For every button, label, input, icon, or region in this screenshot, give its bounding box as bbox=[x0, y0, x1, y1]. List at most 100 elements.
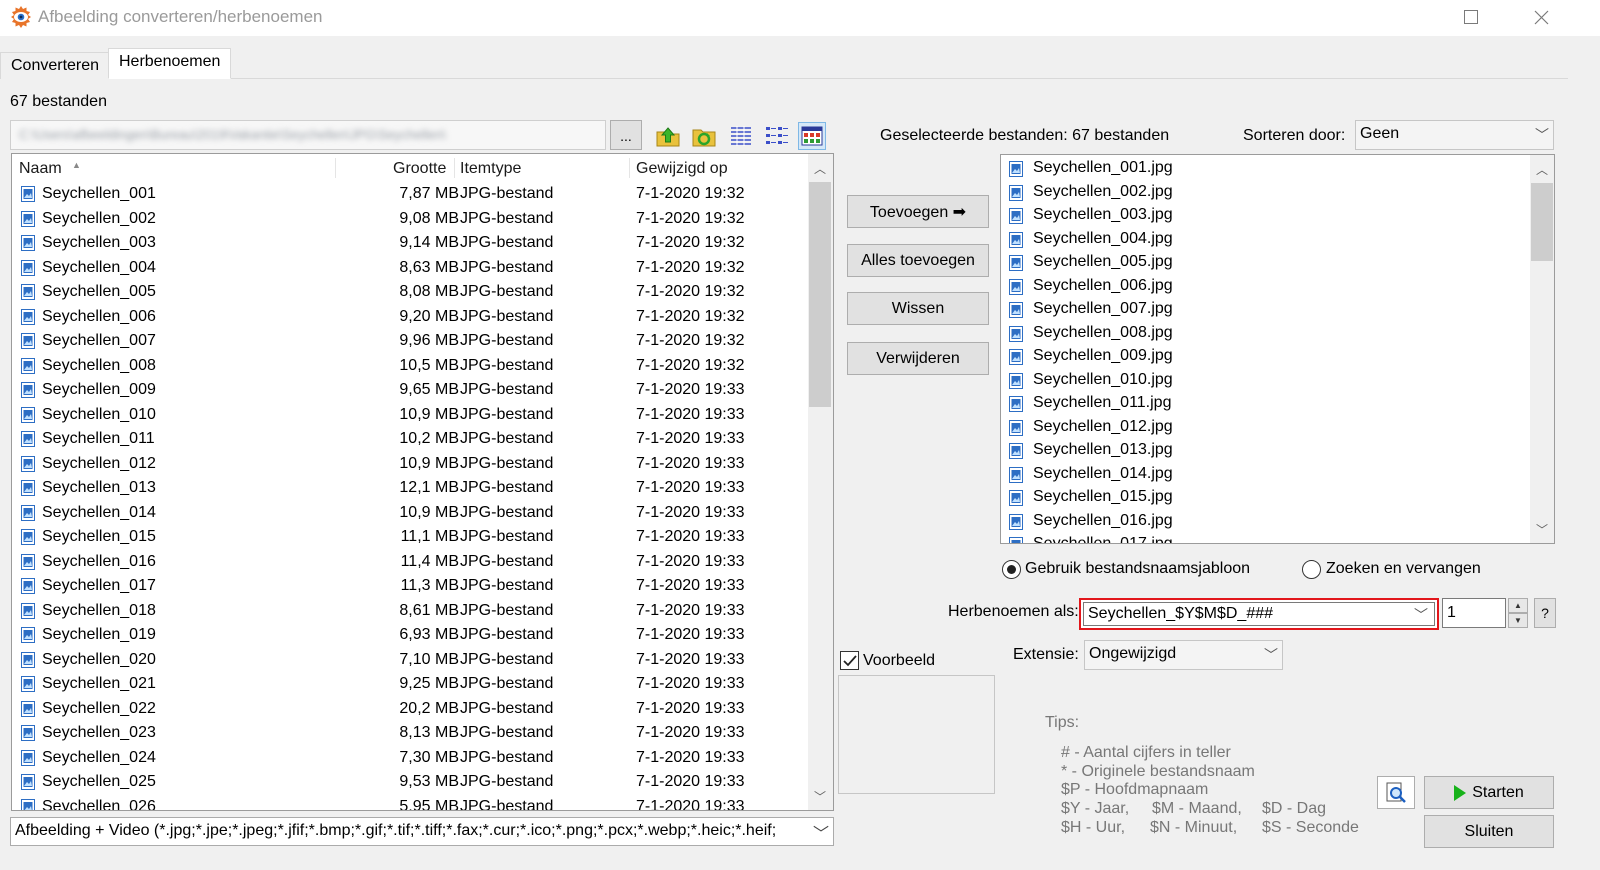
table-row[interactable]: Seychellen_001 7,87 MB JPG-bestand 7-1-2020… bbox=[12, 182, 806, 207]
table-row[interactable]: Seychellen_002 9,08 MB JPG-bestand 7-1-2020… bbox=[12, 207, 806, 232]
table-row[interactable]: Seychellen_021 9,25 MB JPG-bestand 7-1-2020… bbox=[12, 672, 806, 697]
scroll-down-icon[interactable]: ﹀ bbox=[808, 786, 832, 806]
table-row[interactable]: Seychellen_011 10,2 MB JPG-bestand 7-1-2020… bbox=[12, 427, 806, 452]
extension-select[interactable]: Ongewijzigd ﹀ bbox=[1084, 640, 1283, 670]
file-name: Seychellen_004 bbox=[42, 258, 156, 276]
chevron-down-icon[interactable]: ﹀ bbox=[1414, 605, 1428, 625]
search-replace-radio[interactable] bbox=[1302, 560, 1321, 579]
tab-herbenoemen[interactable]: Herbenoemen bbox=[108, 48, 232, 79]
preview-checkbox[interactable] bbox=[840, 651, 859, 670]
list-view-icon[interactable] bbox=[763, 122, 791, 150]
table-row[interactable]: Seychellen_025 9,53 MB JPG-bestand 7-1-2020… bbox=[12, 770, 806, 795]
tip-token: $Y - Jaar, bbox=[1061, 800, 1130, 817]
table-row[interactable]: Seychellen_023 8,13 MB JPG-bestand 7-1-2020… bbox=[12, 721, 806, 746]
add-button[interactable]: Toevoegen ➡ bbox=[847, 195, 989, 228]
file-modified: 7-1-2020 19:33 bbox=[636, 699, 745, 717]
table-row[interactable]: Seychellen_015 11,1 MB JPG-bestand 7-1-2020… bbox=[12, 525, 806, 550]
preview-search-button[interactable] bbox=[1377, 776, 1415, 809]
table-row[interactable]: Seychellen_026 5,95 MB JPG-bestand 7-1-2020… bbox=[12, 795, 806, 811]
scroll-thumb[interactable] bbox=[1531, 183, 1553, 261]
file-type: JPG-bestand bbox=[460, 356, 554, 374]
selected-list-scrollbar[interactable]: ︿ ﹀ bbox=[1530, 155, 1554, 543]
file-type: JPG-bestand bbox=[460, 797, 554, 811]
file-type-filter[interactable]: Afbeelding + Video (*.jpg;*.jpe;*.jpeg;*… bbox=[10, 817, 834, 846]
file-size: 10,2 MB bbox=[399, 430, 459, 447]
remove-button[interactable]: Verwijderen bbox=[847, 342, 989, 375]
file-list-scrollbar[interactable]: ︿ ﹀ bbox=[808, 154, 833, 810]
table-row[interactable]: Seychellen_008 10,5 MB JPG-bestand 7-1-2020… bbox=[12, 354, 806, 379]
table-row[interactable]: Seychellen_005 8,08 MB JPG-bestand 7-1-2020… bbox=[12, 280, 806, 305]
rename-template-input[interactable]: Seychellen_$Y$M$D_### ﹀ bbox=[1083, 602, 1435, 626]
path-input[interactable]: C:\Users\afbeeldingen\Bureau\2019\Vakant… bbox=[10, 120, 606, 150]
tab-converteren[interactable]: Converteren bbox=[0, 52, 111, 79]
file-list[interactable]: Naam ▲ Grootte Itemtype Gewijzigd op Sey… bbox=[11, 153, 834, 811]
column-modified[interactable]: Gewijzigd op bbox=[636, 160, 728, 178]
scroll-thumb[interactable] bbox=[809, 182, 831, 407]
file-name: Seychellen_011 bbox=[42, 430, 155, 447]
counter-start-input[interactable]: 1 bbox=[1442, 598, 1506, 628]
help-button[interactable]: ? bbox=[1534, 598, 1556, 628]
image-file-icon bbox=[21, 553, 35, 575]
thumbnail-view-icon[interactable] bbox=[798, 122, 826, 150]
close-window-button[interactable] bbox=[1506, 0, 1576, 34]
column-separator[interactable] bbox=[454, 158, 455, 178]
selected-files-label: Geselecteerde bestanden: 67 bestanden bbox=[880, 127, 1170, 144]
template-radio[interactable] bbox=[1002, 560, 1021, 579]
selected-files-list[interactable]: Seychellen_001.jpg Seychellen_002.jpg Seyc… bbox=[1000, 154, 1555, 544]
search-replace-radio-label[interactable]: Zoeken en vervangen bbox=[1326, 560, 1481, 578]
table-row[interactable]: Seychellen_006 9,20 MB JPG-bestand 7-1-2020… bbox=[12, 305, 806, 330]
table-row[interactable]: Seychellen_012 10,9 MB JPG-bestand 7-1-2020… bbox=[12, 452, 806, 477]
details-view-icon[interactable] bbox=[727, 122, 755, 150]
column-separator[interactable] bbox=[629, 158, 630, 178]
start-button[interactable]: Starten bbox=[1424, 776, 1554, 809]
file-type: JPG-bestand bbox=[460, 748, 554, 766]
table-row[interactable]: Seychellen_003 9,14 MB JPG-bestand 7-1-2020… bbox=[12, 231, 806, 256]
file-modified: 7-1-2020 19:33 bbox=[636, 675, 745, 692]
folder-up-icon[interactable] bbox=[654, 122, 682, 150]
template-radio-label[interactable]: Gebruik bestandsnaamsjabloon bbox=[1025, 560, 1250, 578]
scroll-up-icon[interactable]: ︿ bbox=[808, 158, 832, 178]
file-name: Seychellen_009 bbox=[42, 381, 156, 398]
refresh-folder-icon[interactable] bbox=[690, 122, 718, 150]
table-row[interactable]: Seychellen_024 7,30 MB JPG-bestand 7-1-2020… bbox=[12, 746, 806, 771]
table-row[interactable]: Seychellen_022 20,2 MB JPG-bestand 7-1-2020… bbox=[12, 697, 806, 722]
column-separator[interactable] bbox=[335, 158, 336, 178]
image-file-icon bbox=[1009, 231, 1023, 253]
browse-button[interactable]: ... bbox=[610, 120, 642, 150]
spin-down-icon[interactable]: ▼ bbox=[1508, 613, 1528, 628]
table-row[interactable]: Seychellen_013 12,1 MB JPG-bestand 7-1-2020… bbox=[12, 476, 806, 501]
file-name: Seychellen_014 bbox=[42, 503, 156, 521]
column-type[interactable]: Itemtype bbox=[460, 160, 521, 178]
sort-select[interactable]: Geen ﹀ bbox=[1355, 120, 1554, 150]
add-all-button[interactable]: Alles toevoegen bbox=[847, 244, 989, 277]
table-row[interactable]: Seychellen_017 11,3 MB JPG-bestand 7-1-2020… bbox=[12, 574, 806, 599]
file-modified: 7-1-2020 19:32 bbox=[636, 185, 745, 202]
chevron-down-icon: ﹀ bbox=[1535, 127, 1549, 143]
scroll-up-icon[interactable]: ︿ bbox=[1530, 159, 1554, 179]
tab-divider bbox=[0, 78, 1568, 79]
table-row[interactable]: Seychellen_019 6,93 MB JPG-bestand 7-1-2020… bbox=[12, 623, 806, 648]
image-file-icon bbox=[21, 651, 35, 673]
column-size[interactable]: Grootte bbox=[393, 160, 446, 178]
window-title: Afbeelding converteren/herbenoemen bbox=[38, 7, 323, 26]
scroll-down-icon[interactable]: ﹀ bbox=[1530, 519, 1554, 539]
table-row[interactable]: Seychellen_010 10,9 MB JPG-bestand 7-1-2020… bbox=[12, 403, 806, 428]
table-row[interactable]: Seychellen_016 11,4 MB JPG-bestand 7-1-2020… bbox=[12, 550, 806, 575]
file-type: JPG-bestand bbox=[460, 332, 554, 349]
close-button[interactable]: Sluiten bbox=[1424, 815, 1554, 848]
counter-spinner[interactable]: ▲ ▼ bbox=[1508, 598, 1528, 628]
clear-button[interactable]: Wissen bbox=[847, 292, 989, 325]
maximize-button[interactable] bbox=[1436, 0, 1506, 34]
spin-up-icon[interactable]: ▲ bbox=[1508, 598, 1528, 613]
image-file-icon bbox=[1009, 255, 1023, 276]
table-row[interactable]: Seychellen_020 7,10 MB JPG-bestand 7-1-2020… bbox=[12, 648, 806, 673]
preview-label[interactable]: Voorbeeld bbox=[863, 652, 935, 670]
column-name[interactable]: Naam bbox=[19, 160, 62, 178]
table-row[interactable]: Seychellen_004 8,63 MB JPG-bestand 7-1-2020… bbox=[12, 256, 806, 281]
image-file-icon bbox=[21, 480, 35, 501]
table-row[interactable]: Seychellen_018 8,61 MB JPG-bestand 7-1-2020… bbox=[12, 599, 806, 624]
table-row[interactable]: Seychellen_007 9,96 MB JPG-bestand 7-1-2020… bbox=[12, 329, 806, 354]
table-row[interactable]: Seychellen_014 10,9 MB JPG-bestand 7-1-2020… bbox=[12, 501, 806, 526]
minimize-button[interactable]: — bbox=[1365, 0, 1435, 34]
table-row[interactable]: Seychellen_009 9,65 MB JPG-bestand 7-1-2020… bbox=[12, 378, 806, 403]
